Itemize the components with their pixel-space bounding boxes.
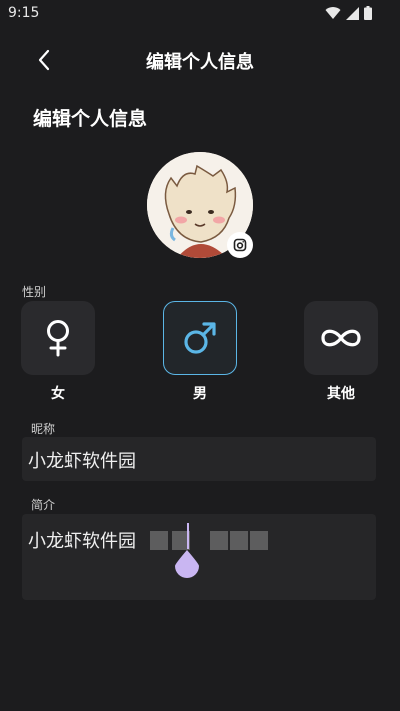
gender-card-other[interactable] xyxy=(304,301,378,375)
redacted-block xyxy=(210,531,228,550)
female-icon xyxy=(47,320,69,357)
wifi-icon xyxy=(325,6,341,19)
male-icon xyxy=(184,322,216,354)
app-title: 编辑个人信息 xyxy=(146,52,254,73)
nickname-value: 小龙虾软件园 xyxy=(28,451,136,472)
text-cursor xyxy=(187,523,189,549)
avatar-section xyxy=(147,152,253,258)
battery-icon xyxy=(364,6,372,20)
nickname-field[interactable]: 小龙虾软件园 xyxy=(22,437,376,481)
page-heading: 编辑个人信息 xyxy=(33,108,148,130)
gender-option-male[interactable]: 男 xyxy=(163,301,237,403)
gender-option-other[interactable]: 其他 xyxy=(304,301,378,403)
selection-handle[interactable] xyxy=(175,550,199,578)
gender-card-female[interactable] xyxy=(21,301,95,375)
redacted-block xyxy=(150,531,168,550)
signal-icon xyxy=(346,6,359,20)
gender-option-female[interactable]: 女 xyxy=(21,301,95,403)
gender-card-male[interactable] xyxy=(163,301,237,375)
redacted-block xyxy=(230,531,248,550)
bio-label: 简介 xyxy=(31,498,56,512)
bio-value: 小龙虾软件园 xyxy=(28,531,136,552)
status-time: 9:15 xyxy=(8,5,40,21)
nickname-label: 昵称 xyxy=(31,422,56,436)
gender-label: 性别 xyxy=(22,285,47,299)
infinity-icon xyxy=(321,329,361,347)
gender-label-female: 女 xyxy=(51,386,65,402)
app-bar: 编辑个人信息 xyxy=(0,34,400,84)
camera-icon xyxy=(233,238,247,252)
status-icons xyxy=(325,6,372,20)
status-bar: 9:15 xyxy=(0,0,400,28)
bio-field[interactable]: 小龙虾软件园 xyxy=(22,514,376,600)
gender-label-male: 男 xyxy=(193,386,207,402)
redacted-block xyxy=(250,531,268,550)
gender-label-other: 其他 xyxy=(327,386,355,402)
change-avatar-button[interactable] xyxy=(227,232,253,258)
